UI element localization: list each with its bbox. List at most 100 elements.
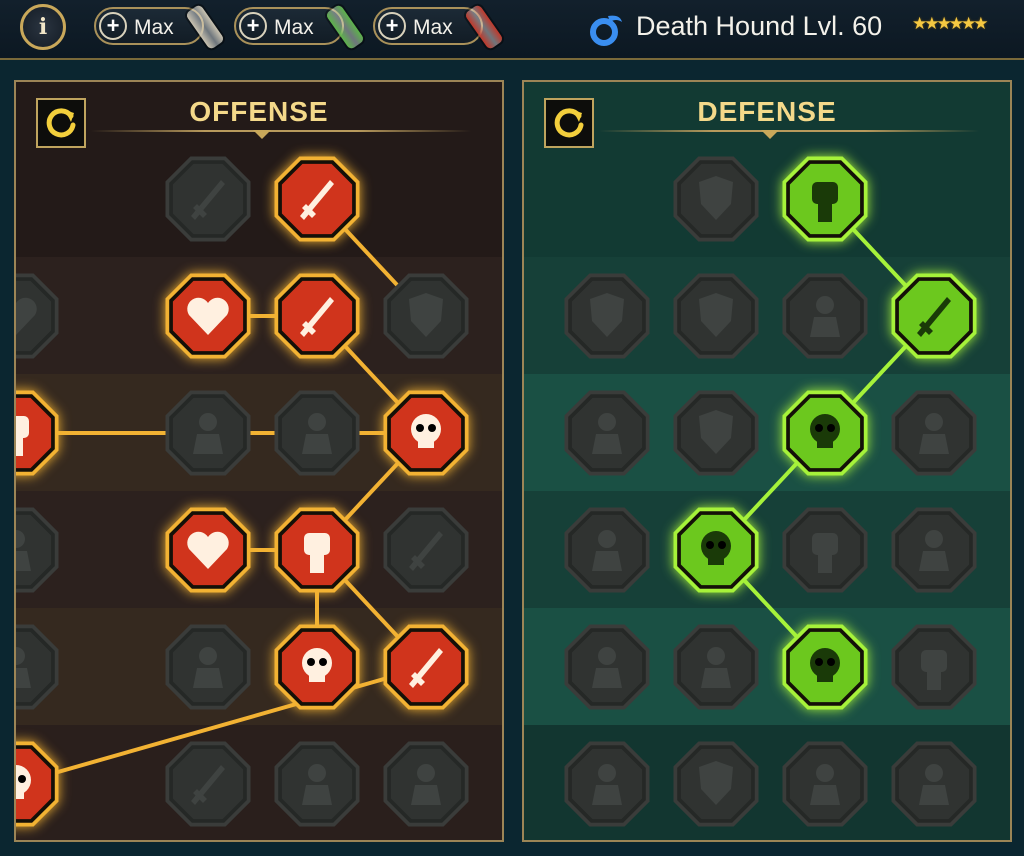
max-button-3[interactable]: + Max [373,3,504,51]
mastery-node[interactable] [887,269,981,363]
mastery-node[interactable] [379,620,473,714]
mastery-node[interactable] [161,386,255,480]
muscle-warrior-icon [16,624,59,710]
horned-demon-icon [383,741,469,827]
mastery-node[interactable] [270,386,364,480]
sword-crescent-icon [383,624,469,710]
mastery-node[interactable] [778,152,872,246]
mastery-node[interactable] [669,386,763,480]
mastery-node[interactable] [161,737,255,831]
grasping-hand-icon [891,624,977,710]
mastery-node[interactable] [669,620,763,714]
winged-shield-icon [673,741,759,827]
mastery-node[interactable] [379,386,473,480]
mastery-node[interactable] [270,269,364,363]
plus-icon: + [378,12,406,40]
mastery-node[interactable] [669,152,763,246]
plus-icon: + [239,12,267,40]
mastery-node[interactable] [270,737,364,831]
mastery-node[interactable] [161,503,255,597]
triple-skull-icon [274,624,360,710]
mastery-node[interactable] [560,737,654,831]
mastery-node[interactable] [778,386,872,480]
mastery-node[interactable] [270,152,364,246]
info-button[interactable]: i [20,4,66,50]
hero-name: Death Hound Lvl. 60 [636,11,883,41]
mastery-node[interactable] [560,620,654,714]
mastery-node[interactable] [270,503,364,597]
dashing-runner-icon [564,624,650,710]
sparkle-sword-icon [165,741,251,827]
strongman-icon [891,741,977,827]
plus-icon: + [99,12,127,40]
mastery-node[interactable] [379,503,473,597]
fist-blade-icon [274,507,360,593]
mastery-node[interactable] [778,620,872,714]
green-scroll-icon [325,3,365,51]
spartan-skull-icon [16,741,59,827]
mastery-node[interactable] [16,620,63,714]
mastery-node[interactable] [379,737,473,831]
shield-arrow-icon [383,273,469,359]
fist-scythe-icon [16,390,59,476]
crossed-blades-icon [891,273,977,359]
top-bar: i + Max + Max + Max Death Hound Lvl. 60 … [0,0,1024,60]
bleeding-heart-icon [16,273,59,359]
dagger-heart-icon [165,507,251,593]
mastery-node[interactable] [778,269,872,363]
hourglass-skull-icon [673,507,759,593]
piercing-spear-icon [274,273,360,359]
max-label: Max [413,16,453,39]
axe-strike-icon [383,507,469,593]
skull-heart-icon [782,390,868,476]
max-button-1[interactable]: + Max [94,3,225,51]
offense-panel: OFFENSE [14,80,504,842]
info-icon: i [38,14,48,40]
mastery-node[interactable] [379,269,473,363]
open-palm-icon [782,507,868,593]
raised-fist-icon [782,156,868,242]
bull-head-icon [891,507,977,593]
hero-kick-icon [564,390,650,476]
armor-vest-icon [673,273,759,359]
mastery-node[interactable] [887,620,981,714]
max-label: Max [134,16,174,39]
mastery-node[interactable] [887,737,981,831]
knight-shield-icon [673,390,759,476]
mastery-node[interactable] [16,503,63,597]
mastery-node[interactable] [560,386,654,480]
mastery-node[interactable] [16,737,63,831]
mastery-node[interactable] [778,737,872,831]
blade-slash-icon [274,156,360,242]
mastery-node[interactable] [161,152,255,246]
max-label: Max [274,16,314,39]
mastery-node[interactable] [560,269,654,363]
star-rating: ★★★★★★ [912,14,988,33]
bald-brute-icon [782,741,868,827]
mastery-node[interactable] [669,269,763,363]
max-button-2[interactable]: + Max [234,3,365,51]
red-scroll-icon [464,3,504,51]
crossed-swords-icon [165,156,251,242]
golem-icon [782,273,868,359]
mastery-node[interactable] [161,620,255,714]
arrow-pierced-warrior-icon [165,390,251,476]
arrow-volley-icon [165,624,251,710]
mastery-node[interactable] [161,269,255,363]
mastery-node[interactable] [669,503,763,597]
blood-drops-icon [673,624,759,710]
mastery-node[interactable] [560,503,654,597]
fire-demon-icon [564,741,650,827]
mastery-node[interactable] [16,269,63,363]
horned-heart-demon-icon [165,273,251,359]
crowd-icon [564,507,650,593]
defense-panel: DEFENSE [522,80,1012,842]
mastery-node[interactable] [778,503,872,597]
mastery-node[interactable] [16,386,63,480]
mastery-node[interactable] [669,737,763,831]
shield-chevron-icon [564,273,650,359]
mastery-node[interactable] [887,386,981,480]
skull-slash-icon [383,390,469,476]
mastery-node[interactable] [887,503,981,597]
mastery-node[interactable] [270,620,364,714]
